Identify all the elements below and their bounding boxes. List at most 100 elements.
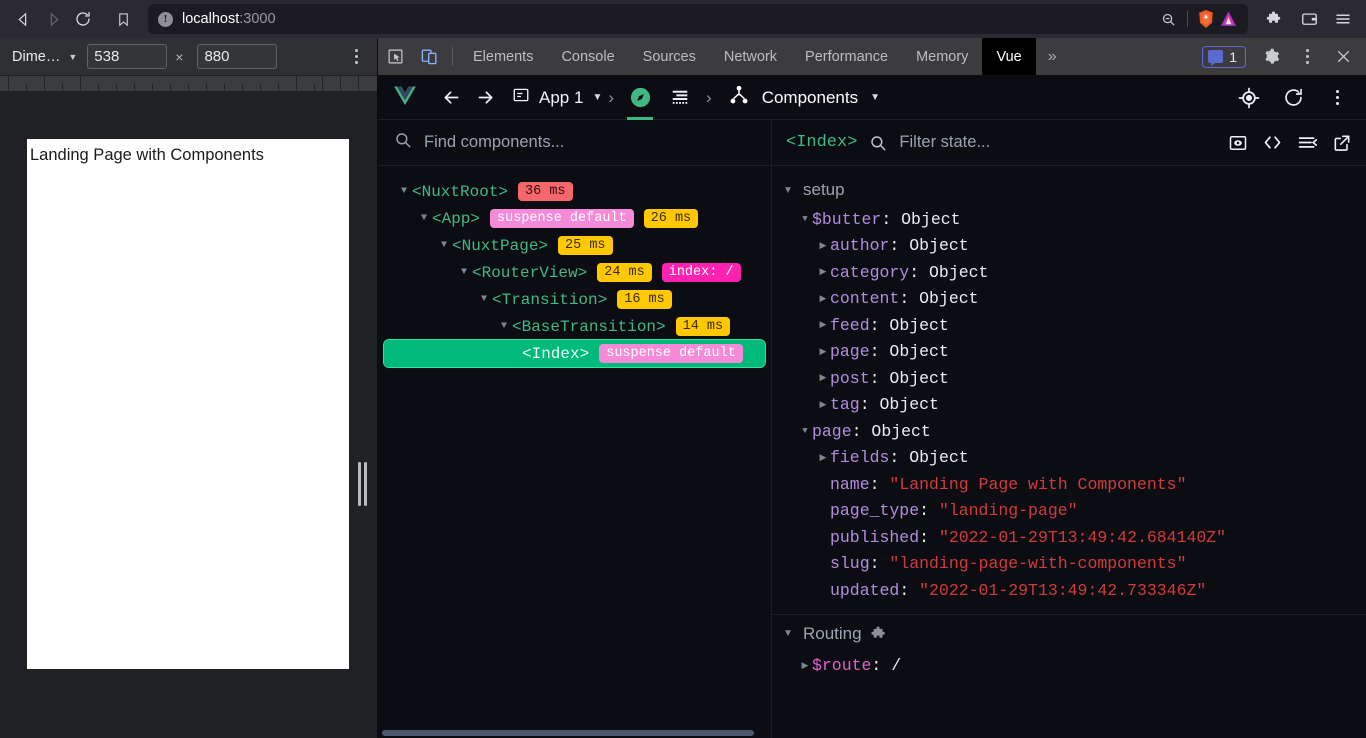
state-row[interactable]: ▼ page: Object: [772, 418, 1366, 445]
state-row[interactable]: ▶ page: Object: [772, 339, 1366, 366]
viewport-width-input[interactable]: 538: [87, 44, 168, 69]
settings-gear-icon[interactable]: [1254, 48, 1288, 65]
device-more-icon[interactable]: [343, 44, 369, 70]
device-selector[interactable]: Dime… ▼: [8, 49, 81, 65]
extensions-icon[interactable]: [1260, 4, 1290, 34]
rendered-page[interactable]: Landing Page with Components: [27, 139, 349, 669]
state-row[interactable]: ▶ content: Object: [772, 286, 1366, 313]
dimension-separator: ×: [175, 48, 184, 65]
select-component-icon[interactable]: [1232, 81, 1266, 115]
expand-arrow-icon[interactable]: ▼: [782, 185, 794, 196]
tree-node[interactable]: ▼ <NuxtRoot> 36 ms: [378, 178, 771, 205]
tab-memory[interactable]: Memory: [902, 38, 982, 75]
state-filter-input[interactable]: [899, 133, 1216, 152]
tab-vue[interactable]: Vue: [982, 38, 1036, 75]
forward-icon[interactable]: [38, 4, 68, 34]
expand-arrow-icon[interactable]: ▶: [816, 373, 830, 383]
state-row[interactable]: ▼ $butter: Object: [772, 206, 1366, 233]
state-row[interactable]: ▶ author: Object: [772, 233, 1366, 260]
brave-shields-icon[interactable]: [1196, 9, 1216, 30]
expand-arrow-icon[interactable]: ▼: [496, 321, 512, 332]
viewport-width-handle[interactable]: [356, 460, 368, 508]
state-row[interactable]: ▶ post: Object: [772, 365, 1366, 392]
bookmark-icon[interactable]: [106, 4, 140, 34]
state-key: page_type: [830, 501, 920, 521]
expand-arrow-icon[interactable]: ▶: [798, 661, 812, 671]
timeline-icon[interactable]: [660, 81, 700, 115]
expand-arrow-icon[interactable]: ▼: [456, 267, 472, 278]
code-icon[interactable]: [1262, 132, 1283, 153]
tree-node[interactable]: ▼ <App> suspense default 26 ms: [378, 205, 771, 232]
wallet-icon[interactable]: [1294, 4, 1324, 34]
collapse-icon[interactable]: [1297, 132, 1318, 153]
expand-arrow-icon[interactable]: ▼: [436, 240, 452, 251]
component-search-input[interactable]: [424, 133, 755, 152]
components-tree-icon: [728, 84, 750, 111]
tab-console[interactable]: Console: [547, 38, 628, 75]
reload-icon[interactable]: [68, 4, 98, 34]
site-info-icon[interactable]: !: [158, 11, 173, 27]
state-row[interactable]: ▶ feed: Object: [772, 312, 1366, 339]
tab-network[interactable]: Network: [710, 38, 791, 75]
components-inspector-icon[interactable]: [620, 81, 660, 120]
state-row[interactable]: ▶ tag: Object: [772, 392, 1366, 419]
expand-arrow-icon[interactable]: ▶: [816, 320, 830, 330]
tab-sources[interactable]: Sources: [629, 38, 710, 75]
message-count-badge[interactable]: 1: [1202, 45, 1246, 68]
state-section-setup[interactable]: ▼ setup: [772, 174, 1366, 206]
expand-arrow-icon[interactable]: ▼: [396, 186, 412, 197]
inspect-element-icon[interactable]: [378, 38, 412, 75]
expand-arrow-icon[interactable]: ▼: [416, 213, 432, 224]
devtools-more-icon[interactable]: [1290, 44, 1324, 70]
tree-node-selected[interactable]: <Index> suspense default: [383, 339, 766, 368]
expand-arrow-icon[interactable]: ▼: [798, 426, 812, 436]
expand-arrow-icon[interactable]: ▼: [782, 628, 794, 639]
tree-node[interactable]: ▼ <RouterView> 24 ms index: /: [378, 259, 771, 286]
expand-arrow-icon[interactable]: ▼: [476, 294, 492, 305]
vue-back-icon[interactable]: [434, 81, 468, 115]
vue-forward-icon[interactable]: [468, 81, 502, 115]
preview-icon[interactable]: [1228, 133, 1248, 153]
address-bar[interactable]: ! localhost:3000: [148, 4, 1248, 34]
tree-node[interactable]: ▼ <Transition> 16 ms: [378, 286, 771, 313]
component-tree[interactable]: ▼ <NuxtRoot> 36 ms ▼ <App> suspense defa…: [378, 166, 771, 729]
close-devtools-icon[interactable]: [1326, 48, 1360, 65]
panel-title-group[interactable]: Components ▼: [728, 84, 880, 111]
expand-arrow-icon[interactable]: ▶: [816, 294, 830, 304]
expand-arrow-icon[interactable]: ▼: [798, 214, 812, 224]
state-row[interactable]: ▶ fields: Object: [772, 445, 1366, 472]
state-row[interactable]: published: "2022-01-29T13:49:42.684140Z": [772, 524, 1366, 551]
back-icon[interactable]: [8, 4, 38, 34]
tree-horizontal-scrollbar[interactable]: [378, 729, 771, 738]
viewport-height-input[interactable]: 880: [197, 44, 278, 69]
state-row[interactable]: ▶ category: Object: [772, 259, 1366, 286]
vue-body: ▼ <NuxtRoot> 36 ms ▼ <App> suspense defa…: [378, 120, 1366, 738]
browser-menu-icon[interactable]: [1328, 4, 1358, 34]
device-toolbar-toggle-icon[interactable]: [412, 38, 446, 75]
expand-arrow-icon[interactable]: ▶: [816, 400, 830, 410]
state-tree[interactable]: ▼ setup ▼ $butter: Object ▶ author: Obje…: [772, 166, 1366, 738]
expand-arrow-icon[interactable]: ▶: [816, 267, 830, 277]
expand-arrow-icon[interactable]: ▶: [816, 453, 830, 463]
tab-overflow-icon[interactable]: »: [1036, 38, 1069, 75]
tab-elements[interactable]: Elements: [459, 38, 547, 75]
state-row[interactable]: updated: "2022-01-29T13:49:42.733346Z": [772, 577, 1366, 604]
state-row[interactable]: page_type: "landing-page": [772, 498, 1366, 525]
brave-rewards-icon[interactable]: [1218, 9, 1238, 30]
tree-node[interactable]: ▼ <NuxtPage> 25 ms: [378, 232, 771, 259]
state-row[interactable]: slug: "landing-page-with-components": [772, 551, 1366, 578]
vue-more-icon[interactable]: [1320, 81, 1354, 115]
zoom-icon[interactable]: [1157, 8, 1179, 30]
expand-arrow-icon[interactable]: ▶: [816, 241, 830, 251]
scrollbar-thumb[interactable]: [382, 730, 754, 736]
state-row[interactable]: ▶ $route: /: [772, 653, 1366, 680]
tree-node[interactable]: ▼ <BaseTransition> 14 ms: [378, 313, 771, 340]
expand-arrow-icon[interactable]: ▶: [816, 347, 830, 357]
app-selector[interactable]: App 1 ▼: [512, 86, 602, 109]
refresh-icon[interactable]: [1276, 81, 1310, 115]
tab-performance[interactable]: Performance: [791, 38, 902, 75]
state-row[interactable]: name: "Landing Page with Components": [772, 471, 1366, 498]
state-value: Object: [871, 421, 931, 441]
state-section-routing[interactable]: ▼ Routing: [772, 615, 1366, 653]
open-external-icon[interactable]: [1332, 133, 1352, 153]
